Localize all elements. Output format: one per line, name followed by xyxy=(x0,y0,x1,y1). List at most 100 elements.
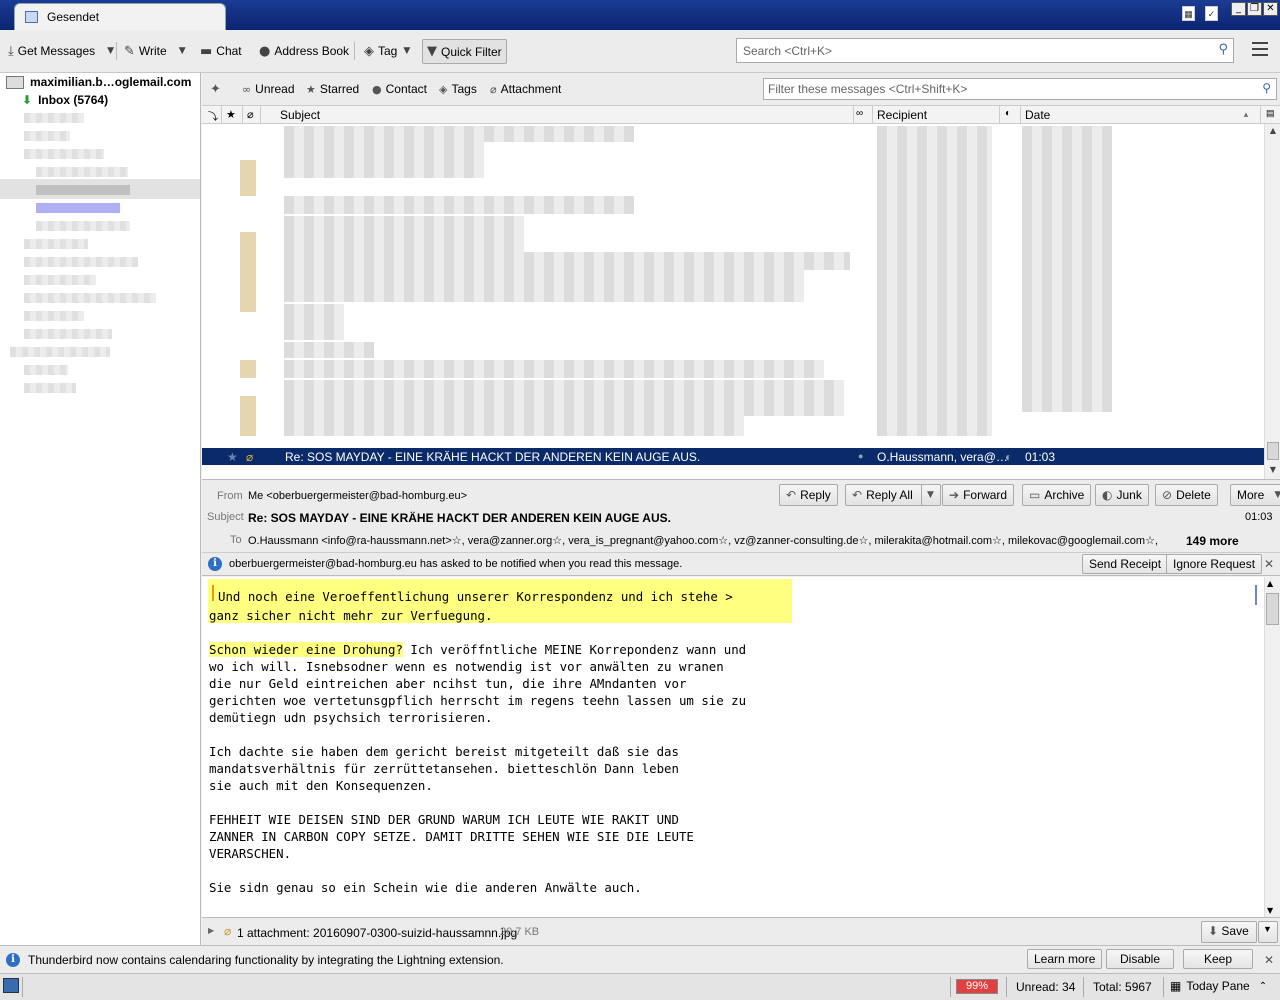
app-menu-icon[interactable] xyxy=(1252,42,1268,56)
column-picker-icon[interactable]: ▤ xyxy=(1266,108,1275,119)
redacted-folder[interactable] xyxy=(24,293,156,303)
sticky-pin-button[interactable]: ✦ xyxy=(210,82,221,97)
reply-button[interactable]: ↶ Reply xyxy=(779,484,838,506)
unread-column-icon[interactable]: ∞ xyxy=(856,108,863,119)
redacted-subjects[interactable] xyxy=(284,196,634,214)
body-scrollbar[interactable]: ▲ ▼ xyxy=(1264,577,1280,917)
redacted-folder[interactable] xyxy=(36,167,128,177)
close-icon[interactable]: ✕ xyxy=(1264,953,1274,967)
redacted-subjects[interactable] xyxy=(284,142,484,178)
disable-button[interactable]: Disable xyxy=(1106,949,1174,969)
date-column-header[interactable]: Date xyxy=(1025,108,1050,122)
redacted-subjects[interactable] xyxy=(284,216,524,252)
selected-message-row[interactable]: ★ ⌀ Re: SOS MAYDAY - EINE KRÄHE HACKT DE… xyxy=(202,448,1264,465)
send-receipt-button[interactable]: Send Receipt xyxy=(1082,554,1169,574)
redacted-subjects[interactable] xyxy=(284,270,804,302)
save-button[interactable]: ⬇ Save xyxy=(1201,921,1257,943)
junk-button[interactable]: ◐ Junk xyxy=(1095,484,1149,506)
archive-button[interactable]: ▭ Archive xyxy=(1022,484,1092,506)
global-search-input[interactable]: Search <Ctrl+K> ⚲ xyxy=(736,38,1234,63)
redacted-subjects[interactable] xyxy=(284,416,744,436)
thread-scrollbar[interactable]: ▲ ▼ xyxy=(1264,124,1280,479)
filter-unread-button[interactable]: ∞ Unread xyxy=(242,82,295,96)
chat-button[interactable]: ▬ Chat xyxy=(196,40,246,62)
folder-inbox[interactable]: ⬇ Inbox (5764) xyxy=(22,93,108,107)
redacted-folder[interactable] xyxy=(24,365,68,375)
star-column-icon[interactable]: ★ xyxy=(226,108,236,121)
redacted-folder[interactable] xyxy=(24,383,76,393)
scroll-thumb[interactable] xyxy=(1266,593,1279,625)
redacted-folder[interactable] xyxy=(24,113,84,123)
subject-column-header[interactable]: Subject xyxy=(280,108,320,122)
scroll-up-icon[interactable]: ▲ xyxy=(1267,579,1273,588)
account-row[interactable]: maximilian.b…oglemail.com xyxy=(6,75,191,89)
ignore-request-button[interactable]: Ignore Request xyxy=(1166,554,1263,574)
scroll-down-icon[interactable]: ▼ xyxy=(1267,906,1273,915)
redacted-folder[interactable] xyxy=(10,347,110,357)
save-dropdown[interactable]: ▼ xyxy=(1258,921,1278,943)
tab-gesendet[interactable]: Gesendet xyxy=(14,3,226,30)
redacted-folder[interactable] xyxy=(24,131,70,141)
star-icon[interactable]: ★ xyxy=(227,450,238,464)
recipient-column-header[interactable]: Recipient xyxy=(877,108,927,122)
redacted-folder[interactable] xyxy=(24,311,84,321)
filter-contact-button[interactable]: ● Contact xyxy=(372,82,427,96)
receipt-text: oberbuergermeister@bad-homburg.eu has as… xyxy=(229,558,683,570)
read-dot-icon[interactable]: ● xyxy=(858,451,863,461)
redacted-subjects[interactable] xyxy=(284,252,850,270)
junk-status-icon[interactable]: ◐ xyxy=(1005,450,1012,464)
redacted-subjects[interactable] xyxy=(284,304,344,340)
chevron-down-icon[interactable]: ▼ xyxy=(179,46,186,56)
redacted-dates[interactable] xyxy=(1022,126,1112,412)
scroll-down-icon[interactable]: ▼ xyxy=(1267,465,1279,477)
delete-button[interactable]: ⊘ Delete xyxy=(1155,484,1218,506)
minimize-button[interactable]: _ xyxy=(1231,2,1246,16)
thread-column-icon[interactable]: ⤵ xyxy=(208,108,218,123)
today-pane-toggle[interactable]: ▦ Today Pane ⌃ xyxy=(1170,979,1267,993)
redacted-folder[interactable] xyxy=(36,185,130,195)
close-window-button[interactable]: ✕ xyxy=(1263,2,1278,16)
redacted-folder[interactable] xyxy=(36,203,120,213)
redacted-folder[interactable] xyxy=(24,257,138,267)
filter-starred-button[interactable]: ★ Starred xyxy=(306,82,359,96)
redacted-folder[interactable] xyxy=(24,239,88,249)
tag-button[interactable]: ◈ Tag ▼ xyxy=(360,40,414,62)
expand-triangle-icon[interactable]: ▶ xyxy=(208,926,214,935)
chevron-down-icon[interactable]: ▼ xyxy=(107,46,114,56)
scroll-up-icon[interactable]: ▲ xyxy=(1267,126,1279,138)
from-value[interactable]: Me <oberbuergermeister@bad-homburg.eu> xyxy=(248,490,467,502)
quick-filter-button[interactable]: ▼ Quick Filter xyxy=(422,39,507,64)
learn-more-button[interactable]: Learn more xyxy=(1027,949,1103,969)
close-icon[interactable]: ✕ xyxy=(1264,557,1274,571)
redacted-subjects[interactable] xyxy=(284,380,844,416)
more-recipients-link[interactable]: 149 more xyxy=(1186,534,1239,548)
redacted-folder[interactable] xyxy=(24,275,96,285)
write-button[interactable]: ✎ Write ▼ xyxy=(120,40,190,62)
calendar-icon[interactable]: ▦ xyxy=(1182,6,1195,21)
junk-column-icon[interactable]: ◐ xyxy=(1005,108,1011,119)
address-book-button[interactable]: ● Address Book xyxy=(255,40,353,62)
more-button[interactable]: More ▼ xyxy=(1230,484,1280,506)
get-messages-button[interactable]: ⤓ Get Messages ▼ xyxy=(4,40,118,62)
attachment-name[interactable]: 1 attachment: 20160907-0300-suizid-hauss… xyxy=(237,926,517,940)
redacted-folder[interactable] xyxy=(36,221,130,231)
filter-attachment-button[interactable]: ⌀ Attachment xyxy=(490,82,561,96)
attachment-column-icon[interactable]: ⌀ xyxy=(247,108,254,121)
redacted-subjects[interactable] xyxy=(284,342,374,358)
redacted-folder[interactable] xyxy=(24,329,112,339)
reply-all-dropdown[interactable]: ▼ xyxy=(921,484,941,506)
redacted-folder[interactable] xyxy=(24,149,104,159)
connection-status-icon[interactable] xyxy=(3,978,19,993)
redacted-subjects[interactable] xyxy=(284,126,634,142)
scroll-thumb[interactable] xyxy=(1267,442,1279,460)
filter-tags-button[interactable]: ◈ Tags xyxy=(439,82,477,96)
chevron-down-icon[interactable]: ▼ xyxy=(403,46,410,56)
tasks-icon[interactable]: ✓ xyxy=(1205,6,1218,21)
to-value[interactable]: O.Haussmann <info@ra-haussmann.net>☆, ve… xyxy=(248,534,1158,547)
forward-button[interactable]: ➔ Forward xyxy=(942,484,1015,506)
redacted-subjects[interactable] xyxy=(284,360,824,378)
filter-messages-input[interactable]: Filter these messages <Ctrl+Shift+K> ⚲ xyxy=(763,78,1277,100)
maximize-button[interactable]: ❐ xyxy=(1247,2,1262,16)
redacted-recipients[interactable] xyxy=(877,126,992,436)
keep-button[interactable]: Keep xyxy=(1183,949,1253,969)
